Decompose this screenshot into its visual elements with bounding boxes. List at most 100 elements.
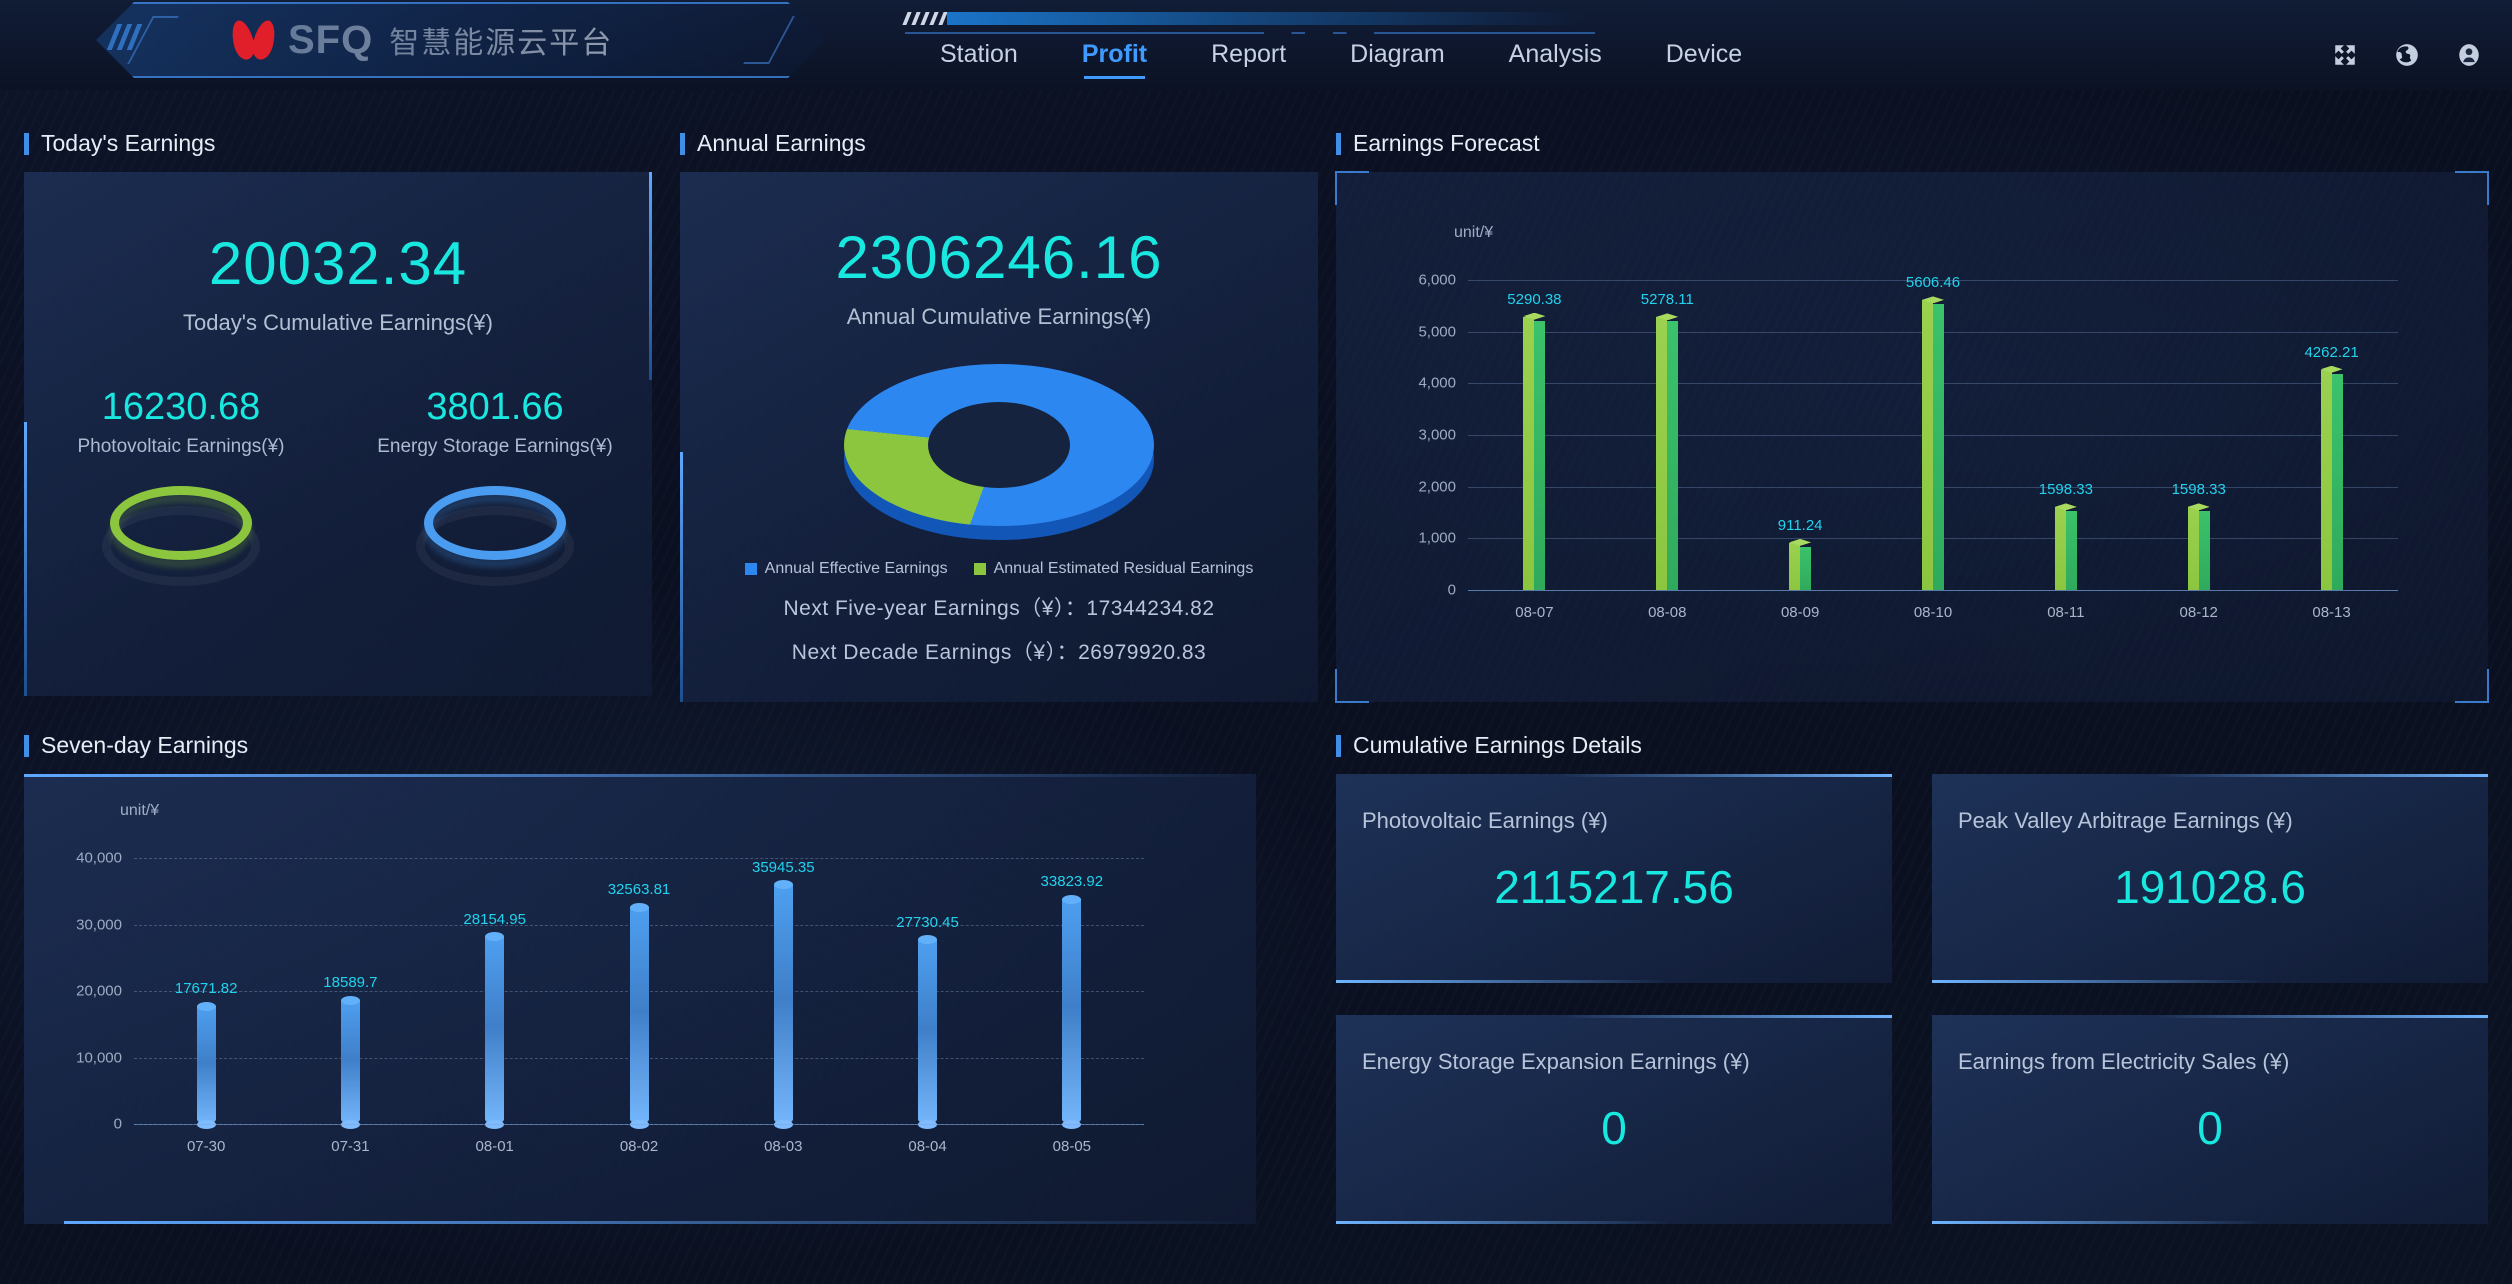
detail-card-2[interactable]: Energy Storage Expansion Earnings (¥) 0: [1336, 1015, 1892, 1224]
title-text: Seven-day Earnings: [41, 732, 249, 758]
today-earnings-panel: 20032.34 Today's Cumulative Earnings(¥) …: [24, 172, 652, 696]
bar-08-10[interactable]: [1922, 296, 1944, 590]
earnings-forecast-title: Earnings Forecast: [1336, 130, 1540, 157]
bar-08-11[interactable]: [2054, 503, 2077, 590]
title-text: Today's Earnings: [41, 130, 216, 156]
y-axis-tick-label: 1,000: [1418, 529, 1456, 547]
flame-logo-icon: [228, 17, 279, 63]
fullscreen-icon[interactable]: [2332, 42, 2358, 68]
legend-label: Annual Estimated Residual Earnings: [993, 560, 1254, 577]
y-axis-tick-label: 3,000: [1418, 426, 1456, 444]
plot-area: 0 1,000 2,000 3,000 4,000 5,000 6,000 5290.38 0…: [1418, 272, 2398, 621]
detail-card-0[interactable]: Photovoltaic Earnings (¥) 2115217.56: [1336, 774, 1892, 983]
bar-value-label: 1598.33: [2038, 481, 2093, 499]
y-axis-tick-label: 6,000: [1418, 271, 1456, 289]
y-axis-tick-label: 10,000: [76, 1049, 122, 1066]
bar-value-label: 911.24: [1777, 516, 1823, 534]
bar-value-label: 27730.45: [896, 913, 959, 931]
main-navigation: Station Profit Report Diagram Analysis Device: [940, 40, 1742, 79]
bar-value-label: 5278.11: [1640, 291, 1694, 309]
card-label: Peak Valley Arbitrage Earnings (¥): [1958, 808, 2293, 833]
detail-card-3[interactable]: Earnings from Electricity Sales (¥) 0: [1932, 1015, 2488, 1224]
bar-08-02[interactable]: [629, 902, 649, 1129]
nav-item-profit[interactable]: Profit: [1082, 40, 1147, 79]
nav-item-diagram[interactable]: Diagram: [1350, 40, 1444, 79]
forecast-bar-chart: unit/¥ 0 1,000 2,000 3,000 4,000 5,000 6,000 52…: [1336, 172, 2488, 702]
bar-value-label: 5606.46: [1905, 274, 1961, 292]
logo-block: SFQ 智慧能源云平台: [96, 2, 826, 78]
seven-day-earnings-title: Seven-day Earnings: [24, 732, 248, 759]
y-axis-tick-label: 2,000: [1418, 478, 1456, 496]
legend-item-1: Annual Estimated Residual Earnings: [973, 560, 1254, 578]
detail-card-1[interactable]: Peak Valley Arbitrage Earnings (¥) 19102…: [1932, 774, 2488, 983]
x-axis-tick-label: 08-07: [1515, 604, 1554, 621]
y-axis-tick-label: 0: [1447, 581, 1456, 599]
bar-08-12[interactable]: [2187, 503, 2210, 590]
panel-accent-left: [680, 452, 683, 702]
nav-item-station[interactable]: Station: [940, 40, 1018, 79]
bar-value-label: 33823.92: [1040, 873, 1104, 891]
seven-day-earnings-panel: unit/¥ 0 10,000 20,000 30,000 40,000 17671.82…: [24, 774, 1256, 1224]
panel-accent-left: [24, 422, 27, 696]
axis-unit-label: unit/¥: [1454, 224, 1494, 241]
annual-earnings-panel: 2306246.16 Annual Cumulative Earnings(¥)…: [680, 172, 1318, 702]
title-tick: [1336, 132, 1341, 155]
plot-area: 0 10,000 20,000 30,000 40,000 17671.82 07-30 …: [76, 850, 1144, 1155]
bar-08-08[interactable]: [1656, 313, 1679, 590]
nav-item-analysis[interactable]: Analysis: [1509, 40, 1602, 79]
title-tick: [24, 734, 29, 757]
today-sub-metric-storage: 3801.66 Energy Storage Earnings(¥): [338, 388, 652, 590]
x-axis-tick-label: 07-31: [331, 1138, 370, 1155]
title-tick: [680, 132, 685, 155]
card-value: 2115217.56: [1494, 861, 1734, 913]
bar-08-09[interactable]: [1789, 538, 1812, 590]
bar-08-01[interactable]: [485, 932, 505, 1129]
nav-item-device[interactable]: Device: [1666, 40, 1742, 79]
annual-total-label: Annual Cumulative Earnings(¥): [846, 304, 1152, 329]
bar-value-label: 28154.95: [463, 910, 526, 928]
cumulative-details-grid: Photovoltaic Earnings (¥) 2115217.56 Pea…: [1336, 774, 2488, 1224]
card-value: 0: [1601, 1102, 1627, 1154]
x-axis-tick-label: 08-10: [1913, 604, 1953, 621]
today-earnings-title: Today's Earnings: [24, 130, 215, 157]
pv-earnings-label: Photovoltaic Earnings(¥): [77, 436, 285, 457]
app-header: SFQ 智慧能源云平台 Station Profit Report Diagram An…: [0, 0, 2512, 90]
bar-08-04[interactable]: [918, 935, 938, 1129]
card-accent-bottom: [1932, 1221, 2266, 1224]
x-axis-tick-label: 08-04: [908, 1138, 947, 1155]
card-label: Energy Storage Expansion Earnings (¥): [1362, 1049, 1750, 1074]
y-axis-tick-label: 30,000: [76, 916, 122, 933]
bar-08-07[interactable]: [1523, 312, 1546, 590]
annual-donut-legend: Annual Effective Earnings Annual Estimate…: [680, 560, 1318, 578]
axis-unit-label: unit/¥: [120, 802, 160, 819]
nav-decoration: [902, 10, 1605, 26]
card-accent-bottom: [1336, 980, 1670, 983]
bar-value-label: 4262.21: [2304, 343, 2359, 361]
seven-day-bar-chart: unit/¥ 0 10,000 20,000 30,000 40,000 17671.82…: [24, 774, 1256, 1224]
annual-earnings-title: Annual Earnings: [680, 130, 866, 157]
x-axis-tick-label: 08-13: [2312, 604, 2351, 621]
pv-earnings-value: 16230.68: [101, 386, 261, 428]
bar-08-03[interactable]: [773, 880, 793, 1129]
bar-08-05[interactable]: [1062, 894, 1082, 1129]
legend-item-0: Annual Effective Earnings: [744, 560, 948, 578]
nav-item-report[interactable]: Report: [1211, 40, 1286, 79]
bar-07-30[interactable]: [196, 1001, 216, 1129]
bar-08-13[interactable]: [2320, 365, 2343, 590]
user-avatar-icon[interactable]: [2456, 42, 2482, 68]
title-text: Annual Earnings: [697, 130, 866, 156]
gridline: [134, 858, 1144, 859]
title-text: Earnings Forecast: [1353, 130, 1540, 156]
storage-earnings-label: Energy Storage Earnings(¥): [377, 436, 613, 457]
legend-label: Annual Effective Earnings: [764, 560, 948, 577]
title-text: Cumulative Earnings Details: [1353, 732, 1642, 758]
panel-accent-right: [649, 172, 652, 380]
next-decade-earnings: Next Decade Earnings（¥）：26979920.83: [791, 641, 1207, 664]
bar-07-31[interactable]: [340, 995, 360, 1129]
x-axis-tick-label: 08-01: [475, 1138, 514, 1155]
globe-icon[interactable]: [2394, 42, 2420, 68]
card-value: 0: [2197, 1102, 2223, 1154]
card-accent-top: [1558, 1015, 1892, 1018]
nav-underline-decor: [905, 32, 1595, 34]
storage-ring-graphic: [412, 480, 578, 590]
